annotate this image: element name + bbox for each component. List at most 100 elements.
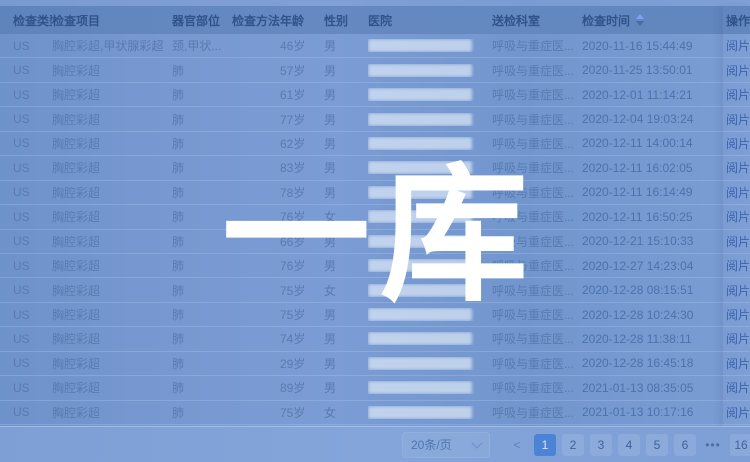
- page-button-4[interactable]: 4: [618, 434, 640, 456]
- table-row[interactable]: US胸腔彩超肺75岁男呼吸与重症医...2020-12-28 10:24:30: [0, 303, 750, 327]
- cell-organ: 肺: [172, 306, 232, 323]
- table-row[interactable]: US胸腔彩超肺89岁男呼吸与重症医...2021-01-13 08:35:05: [0, 376, 750, 400]
- table-row[interactable]: US胸腔彩超肺57岁男呼吸与重症医...2020-11-25 13:50:01: [0, 58, 750, 82]
- view-images-link[interactable]: 阅片: [723, 376, 750, 400]
- table-row[interactable]: US胸腔彩超肺62岁男呼吸与重症医...2020-12-11 14:00:14: [0, 132, 750, 156]
- column-header-label: 送检科室: [492, 14, 540, 28]
- cell-item: 胸腔彩超: [52, 135, 172, 152]
- cell-hospital: [368, 235, 492, 248]
- cell-type: US: [0, 308, 52, 322]
- cell-gender: 男: [324, 86, 368, 103]
- hospital-redacted-box: [368, 210, 472, 223]
- page-button-3[interactable]: 3: [590, 434, 612, 456]
- cell-type: US: [0, 39, 52, 53]
- page-button-2[interactable]: 2: [562, 434, 584, 456]
- hospital-redacted-box: [368, 88, 472, 101]
- cell-time: 2020-12-28 08:15:51: [582, 283, 710, 297]
- page-button-5[interactable]: 5: [646, 434, 668, 456]
- cell-dept: 呼吸与重症医...: [492, 159, 582, 176]
- table-row[interactable]: US胸腔彩超,甲状腺彩超颈,甲状...46岁男呼吸与重症医...2020-11-…: [0, 34, 750, 58]
- hospital-redacted-box: [368, 284, 472, 297]
- column-header-label: 检查时间: [582, 12, 630, 29]
- cell-age: 66岁: [280, 233, 324, 250]
- hospital-redacted-box: [368, 357, 472, 370]
- cell-dept: 呼吸与重症医...: [492, 282, 582, 299]
- cell-gender: 男: [324, 111, 368, 128]
- sort-desc-icon[interactable]: [636, 21, 644, 26]
- cell-time: 2020-11-25 13:50:01: [582, 63, 710, 77]
- chevron-down-icon: [471, 437, 482, 448]
- column-header-method: 检查方法: [232, 12, 280, 29]
- page-ellipsis[interactable]: •••: [702, 434, 724, 456]
- cell-type: US: [0, 381, 52, 395]
- table-row[interactable]: US胸腔彩超肺29岁男呼吸与重症医...2020-12-28 16:45:18: [0, 352, 750, 376]
- sort-carets-icon[interactable]: [636, 14, 644, 26]
- table-row[interactable]: US胸腔彩超肺66岁男呼吸与重症医...2020-12-21 15:10:33: [0, 230, 750, 254]
- table-row[interactable]: US胸腔彩超肺75岁女呼吸与重症医...2020-12-28 08:15:51: [0, 278, 750, 302]
- cell-organ: 肺: [172, 184, 232, 201]
- column-header-hospital: 医院: [368, 12, 492, 29]
- table-row[interactable]: US胸腔彩超肺76岁女呼吸与重症医...2020-12-11 16:50:25: [0, 205, 750, 229]
- sort-asc-icon[interactable]: [636, 14, 644, 19]
- view-images-link[interactable]: 阅片: [723, 107, 750, 131]
- view-images-link[interactable]: 阅片: [723, 132, 750, 156]
- hospital-redacted-box: [368, 235, 472, 248]
- table-row[interactable]: US胸腔彩超肺78岁男呼吸与重症医...2020-12-11 16:14:49: [0, 181, 750, 205]
- view-images-link[interactable]: 阅片: [723, 278, 750, 302]
- cell-hospital: [368, 284, 492, 297]
- cell-time: 2020-12-11 14:00:14: [582, 136, 710, 150]
- prev-page-button[interactable]: <: [506, 434, 528, 456]
- view-images-link[interactable]: 阅片: [723, 58, 750, 82]
- page-size-select[interactable]: 20条/页: [402, 432, 490, 458]
- view-images-link[interactable]: 阅片: [723, 254, 750, 278]
- cell-gender: 女: [324, 208, 368, 225]
- view-images-link[interactable]: 阅片: [723, 156, 750, 180]
- table-row[interactable]: US胸腔彩超肺75岁女呼吸与重症医...2021-01-13 10:17:16: [0, 401, 750, 425]
- cell-organ: 肺: [172, 233, 232, 250]
- page-button-6[interactable]: 6: [674, 434, 696, 456]
- cell-hospital: [368, 161, 492, 174]
- cell-age: 89岁: [280, 379, 324, 396]
- exam-table: 检查类型检查项目器官部位检查方法年龄性别医院送检科室检查时间 US胸腔彩超,甲状…: [0, 6, 750, 425]
- page-button-16[interactable]: 16: [730, 434, 750, 456]
- cell-age: 29岁: [280, 355, 324, 372]
- cell-hospital: [368, 64, 492, 77]
- cell-age: 62岁: [280, 135, 324, 152]
- cell-hospital: [368, 113, 492, 126]
- view-images-link[interactable]: 阅片: [723, 83, 750, 107]
- cell-type: US: [0, 234, 52, 248]
- table-header-row: 检查类型检查项目器官部位检查方法年龄性别医院送检科室检查时间: [0, 6, 750, 34]
- view-images-link[interactable]: 阅片: [723, 327, 750, 351]
- cell-item: 胸腔彩超,甲状腺彩超: [52, 37, 172, 54]
- cell-time: 2020-12-28 10:24:30: [582, 308, 710, 322]
- cell-item: 胸腔彩超: [52, 184, 172, 201]
- action-column-body: 阅片阅片阅片阅片阅片阅片阅片阅片阅片阅片阅片阅片阅片阅片阅片阅片: [723, 34, 750, 425]
- cell-organ: 肺: [172, 86, 232, 103]
- view-images-link[interactable]: 阅片: [723, 303, 750, 327]
- view-images-link[interactable]: 阅片: [723, 205, 750, 229]
- column-header-item: 检查项目: [52, 12, 172, 29]
- cell-type: US: [0, 259, 52, 273]
- page-button-1[interactable]: 1: [534, 434, 556, 456]
- view-images-link[interactable]: 阅片: [723, 181, 750, 205]
- table-row[interactable]: US胸腔彩超肺74岁男呼吸与重症医...2020-12-28 11:38:11: [0, 327, 750, 351]
- view-images-link[interactable]: 阅片: [723, 352, 750, 376]
- view-images-link[interactable]: 阅片: [723, 230, 750, 254]
- hospital-redacted-box: [368, 186, 472, 199]
- table-row[interactable]: US胸腔彩超肺76岁男呼吸与重症医...2020-12-27 14:23:04: [0, 254, 750, 278]
- cell-dept: 呼吸与重症医...: [492, 184, 582, 201]
- view-images-link[interactable]: 阅片: [723, 401, 750, 425]
- table-row[interactable]: US胸腔彩超肺61岁男呼吸与重症医...2020-12-01 11:14:21: [0, 83, 750, 107]
- hospital-redacted-box: [368, 161, 472, 174]
- table-row[interactable]: US胸腔彩超肺77岁男呼吸与重症医...2020-12-04 19:03:24: [0, 107, 750, 131]
- cell-time: 2020-11-16 15:44:49: [582, 39, 710, 53]
- view-images-link[interactable]: 阅片: [723, 34, 750, 58]
- table-row[interactable]: US胸腔彩超肺83岁男呼吸与重症医...2020-12-11 16:02:05: [0, 156, 750, 180]
- cell-item: 胸腔彩超: [52, 111, 172, 128]
- column-header-time[interactable]: 检查时间: [582, 12, 710, 29]
- cell-item: 胸腔彩超: [52, 330, 172, 347]
- cell-age: 78岁: [280, 184, 324, 201]
- pagination-bar: 20条/页 < 123456 ••• 16: [0, 426, 750, 462]
- cell-dept: 呼吸与重症医...: [492, 62, 582, 79]
- cell-gender: 女: [324, 282, 368, 299]
